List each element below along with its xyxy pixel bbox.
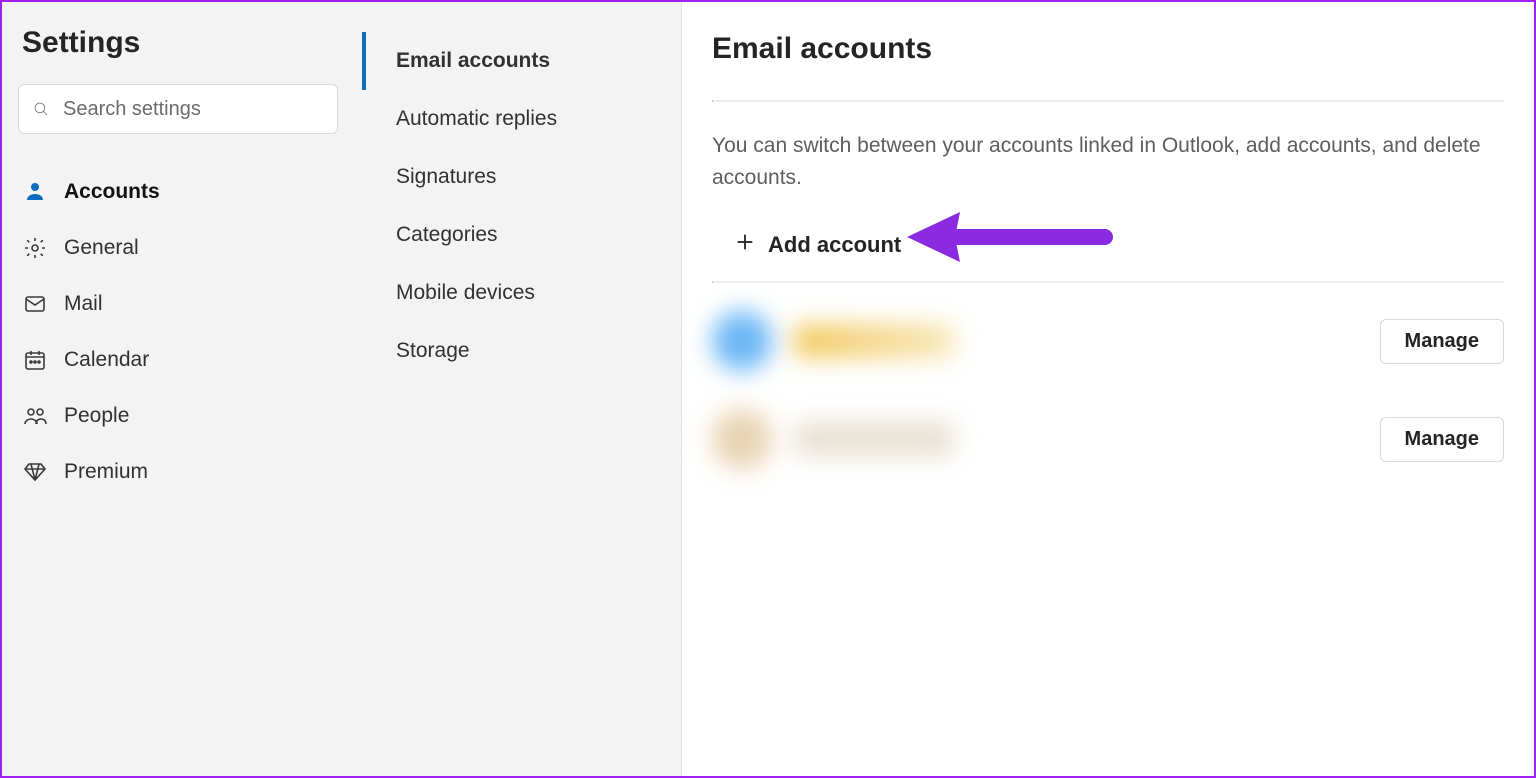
sidebar-item-people[interactable]: People bbox=[2, 388, 338, 444]
sidebar-item-premium[interactable]: Premium bbox=[2, 444, 338, 500]
account-row: Manage bbox=[712, 399, 1504, 497]
search-wrapper bbox=[18, 84, 338, 134]
account-info-blurred bbox=[712, 409, 954, 469]
subnav-item-label: Email accounts bbox=[396, 49, 550, 73]
avatar bbox=[712, 409, 772, 469]
sidebar-item-label: Accounts bbox=[64, 180, 160, 204]
manage-button[interactable]: Manage bbox=[1380, 319, 1504, 364]
add-account-label: Add account bbox=[768, 232, 901, 258]
diamond-icon bbox=[22, 459, 48, 485]
account-name-blurred bbox=[794, 324, 954, 358]
sidebar-item-label: General bbox=[64, 236, 139, 260]
add-account-button[interactable]: Add account bbox=[712, 219, 909, 271]
sidebar-item-label: People bbox=[64, 404, 129, 428]
accounts-subnav: Email accounts Automatic replies Signatu… bbox=[354, 2, 682, 776]
calendar-icon bbox=[22, 347, 48, 373]
subnav-item-label: Storage bbox=[396, 339, 470, 363]
settings-sidebar: Settings Accounts General Mail bbox=[2, 2, 354, 776]
gear-icon bbox=[22, 235, 48, 261]
subnav-item-label: Automatic replies bbox=[396, 107, 557, 131]
sidebar-item-mail[interactable]: Mail bbox=[2, 276, 338, 332]
page-title: Email accounts bbox=[712, 32, 1504, 66]
subnav-item-signatures[interactable]: Signatures bbox=[362, 148, 681, 206]
manage-button[interactable]: Manage bbox=[1380, 417, 1504, 462]
people-icon bbox=[22, 403, 48, 429]
sidebar-item-label: Calendar bbox=[64, 348, 149, 372]
sidebar-item-calendar[interactable]: Calendar bbox=[2, 332, 338, 388]
account-name-blurred bbox=[794, 422, 954, 456]
subnav-item-storage[interactable]: Storage bbox=[362, 322, 681, 380]
subnav-item-automatic-replies[interactable]: Automatic replies bbox=[362, 90, 681, 148]
page-description: You can switch between your accounts lin… bbox=[712, 130, 1492, 193]
mail-icon bbox=[22, 291, 48, 317]
sidebar-item-label: Mail bbox=[64, 292, 103, 316]
sidebar-item-accounts[interactable]: Accounts bbox=[2, 164, 338, 220]
settings-title: Settings bbox=[18, 26, 338, 60]
subnav-item-label: Mobile devices bbox=[396, 281, 535, 305]
search-input[interactable] bbox=[18, 84, 338, 134]
sidebar-item-general[interactable]: General bbox=[2, 220, 338, 276]
subnav-item-label: Categories bbox=[396, 223, 498, 247]
subnav-item-mobile-devices[interactable]: Mobile devices bbox=[362, 264, 681, 322]
main-panel: Email accounts You can switch between yo… bbox=[682, 2, 1534, 776]
subnav-item-categories[interactable]: Categories bbox=[362, 206, 681, 264]
settings-nav: Accounts General Mail Calendar People bbox=[18, 164, 338, 500]
sidebar-item-label: Premium bbox=[64, 460, 148, 484]
account-info-blurred bbox=[712, 311, 954, 371]
account-row: Manage bbox=[712, 283, 1504, 399]
subnav-item-email-accounts[interactable]: Email accounts bbox=[362, 32, 681, 90]
subnav-item-label: Signatures bbox=[396, 165, 496, 189]
person-icon bbox=[22, 179, 48, 205]
avatar bbox=[712, 311, 772, 371]
plus-icon bbox=[734, 231, 756, 259]
